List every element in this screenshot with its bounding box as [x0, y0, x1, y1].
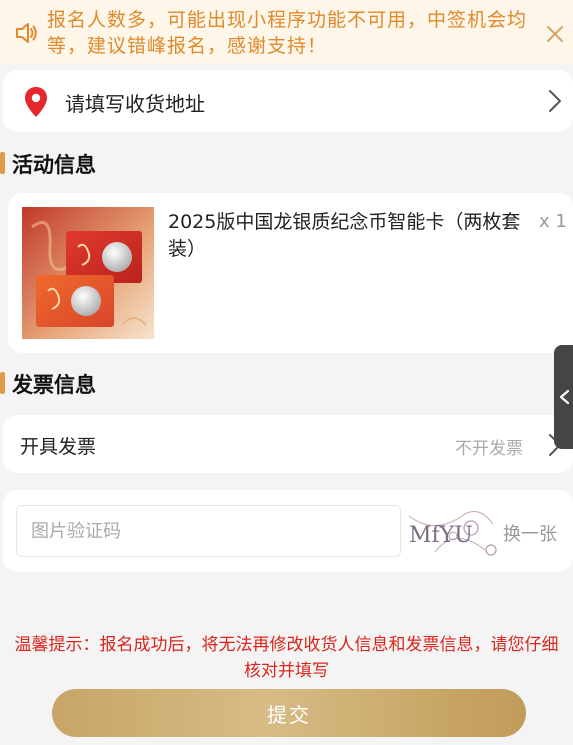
speaker-icon — [16, 23, 37, 43]
section-accent-bar — [0, 152, 5, 174]
address-row[interactable]: 请填写收货地址 — [3, 70, 573, 132]
warning-tip: 温馨提示：报名成功后，将无法再修改收货人信息和发票信息，请您仔细核对并填写 — [14, 635, 559, 681]
section-accent-bar — [0, 372, 5, 394]
captcha-refresh-button[interactable]: 换一张 — [503, 520, 557, 546]
captcha-card: MfYU 换一张 — [3, 490, 573, 572]
side-collapse-tab[interactable] — [554, 345, 573, 449]
activity-section-title: 活动信息 — [0, 149, 96, 179]
invoice-section-title: 发票信息 — [0, 369, 96, 399]
captcha-image-text: MfYU — [409, 523, 473, 548]
invoice-value: 不开发票 — [455, 439, 523, 459]
captcha-image[interactable]: MfYU — [405, 506, 497, 558]
activity-section-title-text: 活动信息 — [12, 153, 96, 177]
invoice-label: 开具发票 — [20, 436, 97, 458]
product-name: 2025版中国龙银质纪念币智能卡（两枚套装） — [168, 211, 521, 260]
chevron-right-icon — [549, 90, 561, 112]
submit-button[interactable]: 提交 — [52, 689, 526, 737]
captcha-input[interactable] — [16, 505, 401, 557]
invoice-section-title-text: 发票信息 — [12, 373, 96, 397]
product-card: 2025版中国龙银质纪念币智能卡（两枚套装） x 1 — [8, 193, 573, 353]
address-placeholder: 请填写收货地址 — [65, 92, 205, 116]
notice-text: 报名人数多，可能出现小程序功能不可用，中签机会均等，建议错峰报名，感谢支持！ — [47, 9, 528, 57]
close-icon[interactable] — [545, 24, 565, 44]
location-pin-icon — [25, 87, 47, 117]
notice-banner: 报名人数多，可能出现小程序功能不可用，中签机会均等，建议错峰报名，感谢支持！ — [0, 0, 573, 64]
product-image — [22, 207, 154, 339]
chevron-left-icon — [559, 389, 570, 405]
invoice-row[interactable]: 开具发票 不开发票 — [3, 415, 573, 473]
product-quantity: x 1 — [539, 211, 567, 232]
